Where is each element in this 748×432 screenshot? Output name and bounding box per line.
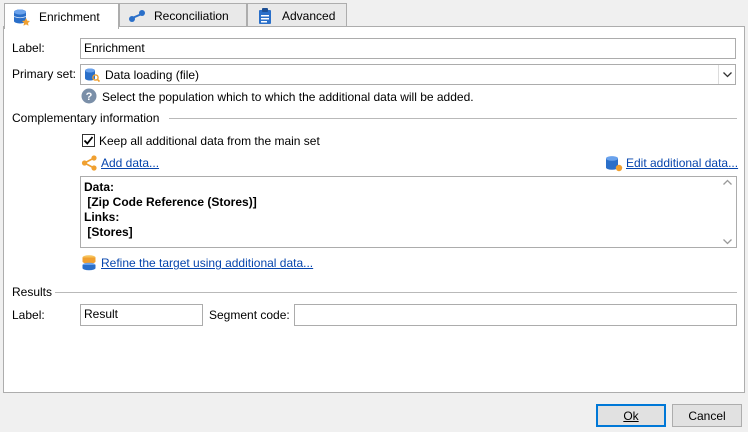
share-nodes-icon [81, 155, 98, 174]
tab-label: Advanced [282, 9, 336, 23]
clipboard-icon [256, 7, 274, 25]
summary-line: [Zip Code Reference (Stores)] [84, 195, 257, 209]
chevron-down-icon[interactable] [718, 65, 735, 84]
label-input[interactable]: Enrichment [80, 38, 736, 59]
ok-button[interactable]: Ok [596, 404, 666, 427]
segment-code-caption: Segment code: [209, 308, 290, 322]
additional-data-summary[interactable]: Data: [Zip Code Reference (Stores)] Link… [80, 176, 737, 248]
primary-set-value: Data loading (file) [81, 67, 718, 83]
summary-line: [Stores] [84, 225, 133, 239]
scroll-up-icon [723, 179, 732, 185]
keep-all-label: Keep all additional data from the main s… [99, 134, 320, 148]
cancel-button[interactable]: Cancel [672, 404, 742, 427]
database-search-icon [84, 67, 100, 83]
tab-label: Enrichment [39, 9, 100, 24]
database-star-icon [13, 8, 31, 26]
tab-advanced[interactable]: Advanced [247, 3, 347, 28]
section-divider [169, 118, 737, 119]
segment-code-input[interactable] [294, 304, 737, 326]
result-label-input[interactable]: Result [80, 304, 203, 326]
primary-set-caption: Primary set: [12, 67, 77, 81]
add-data-link[interactable]: Add data... [101, 156, 159, 170]
label-caption: Label: [12, 41, 45, 55]
tab-enrichment[interactable]: Enrichment [4, 3, 119, 29]
results-section-title: Results [12, 285, 53, 299]
tab-reconciliation[interactable]: Reconciliation [119, 3, 247, 28]
complementary-section-title: Complementary information [12, 111, 160, 125]
ok-button-label: Ok [623, 408, 639, 423]
summary-line: Links: [84, 210, 120, 224]
summary-line: Data: [84, 180, 115, 194]
result-label-caption: Label: [12, 308, 45, 322]
primary-set-hint: Select the population which to which the… [102, 90, 474, 104]
database-filter-icon [81, 254, 98, 274]
svg-text:?: ? [86, 91, 93, 103]
database-edit-icon [605, 155, 623, 175]
keep-all-checkbox[interactable] [82, 134, 95, 147]
tab-label: Reconciliation [154, 9, 229, 23]
tab-panel-enrichment: Label: Enrichment Primary set: Data load… [3, 26, 745, 393]
refine-target-link[interactable]: Refine the target using additional data.… [101, 256, 313, 270]
link-nodes-icon [128, 7, 146, 25]
edit-additional-data-link[interactable]: Edit additional data... [626, 156, 738, 170]
summary-scrollbar[interactable] [719, 177, 736, 247]
primary-set-label: Data loading (file) [105, 67, 200, 82]
section-divider [55, 292, 737, 293]
scroll-down-icon [723, 239, 732, 245]
cancel-button-label: Cancel [688, 408, 726, 423]
help-icon: ? [81, 88, 97, 107]
primary-set-select[interactable]: Data loading (file) [80, 64, 736, 85]
